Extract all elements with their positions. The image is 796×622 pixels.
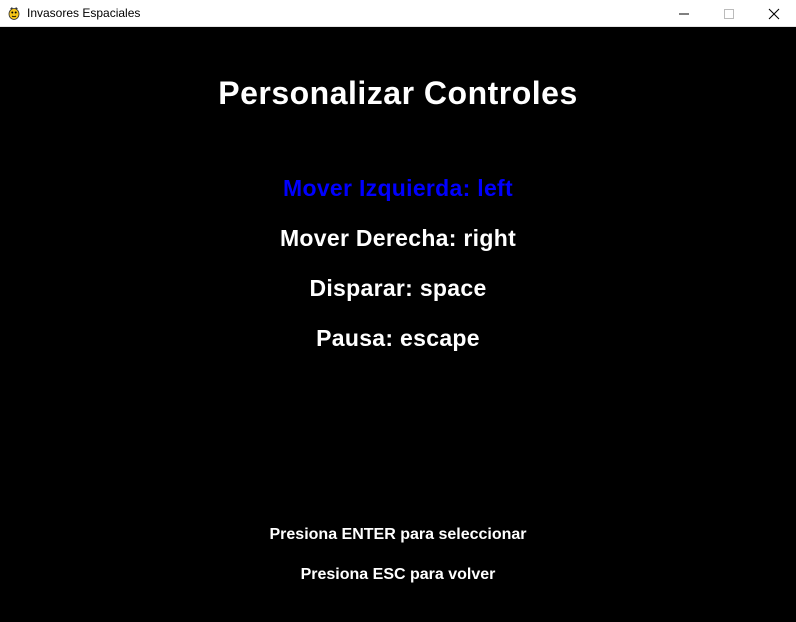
hint-esc: Presiona ESC para volver: [300, 566, 496, 583]
close-icon: [768, 8, 780, 20]
window-controls: [661, 0, 796, 27]
game-window: Invasores Espaciales Personalizar Contro…: [0, 0, 796, 622]
window-title: Invasores Espaciales: [27, 6, 141, 20]
hint-enter: Presiona ENTER para seleccionar: [269, 526, 527, 543]
control-option-move-left[interactable]: Mover Izquierda: left: [0, 175, 796, 202]
minimize-icon: [678, 8, 690, 20]
python-snake-icon: [7, 6, 21, 20]
close-button[interactable]: [751, 0, 796, 27]
control-option-move-right[interactable]: Mover Derecha: right: [0, 225, 796, 252]
minimize-button[interactable]: [661, 0, 706, 27]
maximize-icon: [723, 8, 735, 20]
control-option-pause[interactable]: Pausa: escape: [0, 325, 796, 352]
page-title: Personalizar Controles: [218, 75, 578, 111]
title-bar[interactable]: Invasores Espaciales: [0, 0, 796, 27]
maximize-button[interactable]: [706, 0, 751, 27]
control-option-shoot[interactable]: Disparar: space: [0, 275, 796, 302]
game-canvas: Personalizar Controles Mover Izquierda: …: [0, 27, 796, 622]
